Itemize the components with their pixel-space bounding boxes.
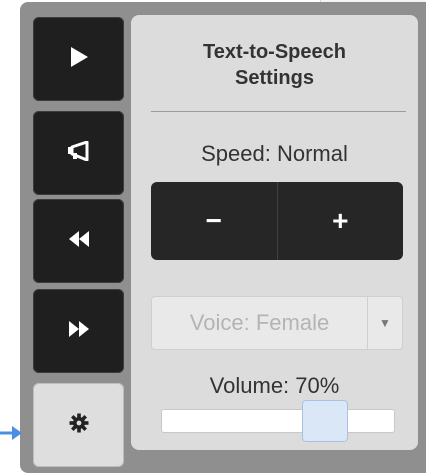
play-icon bbox=[69, 46, 89, 73]
settings-button[interactable] bbox=[33, 383, 124, 467]
voice-select-value[interactable]: Voice: Female bbox=[151, 296, 367, 350]
pointer-arrow-icon bbox=[0, 426, 22, 440]
panel-title: Text-to-Speech Settings bbox=[131, 39, 418, 91]
volume-slider-handle[interactable] bbox=[302, 400, 349, 442]
gear-icon bbox=[69, 413, 89, 438]
announce-button[interactable] bbox=[33, 111, 124, 195]
caret-down-icon: ▼ bbox=[379, 316, 391, 330]
divider bbox=[151, 111, 406, 112]
volume-label: Volume: 70% bbox=[209, 373, 340, 398]
panel-title-line2: Settings bbox=[235, 67, 314, 89]
speed-increase-button[interactable]: + bbox=[276, 182, 404, 260]
speed-decrease-button[interactable]: − bbox=[151, 182, 277, 260]
megaphone-icon bbox=[67, 140, 91, 166]
voice-select[interactable]: Voice: Female ▼ bbox=[151, 296, 403, 350]
fast-forward-icon bbox=[68, 320, 90, 343]
rewind-button[interactable] bbox=[33, 199, 124, 283]
volume-slider[interactable] bbox=[161, 400, 395, 442]
voice-dropdown-toggle[interactable]: ▼ bbox=[367, 296, 403, 350]
fast-forward-button[interactable] bbox=[33, 289, 124, 373]
rewind-icon bbox=[68, 230, 90, 253]
settings-panel: Text-to-Speech Settings Speed: Normal − … bbox=[131, 15, 418, 450]
panel-title-line1: Text-to-Speech bbox=[203, 41, 346, 63]
speed-label: Speed: Normal bbox=[201, 141, 348, 166]
speed-controls: − + bbox=[151, 182, 403, 260]
play-button[interactable] bbox=[33, 17, 124, 101]
